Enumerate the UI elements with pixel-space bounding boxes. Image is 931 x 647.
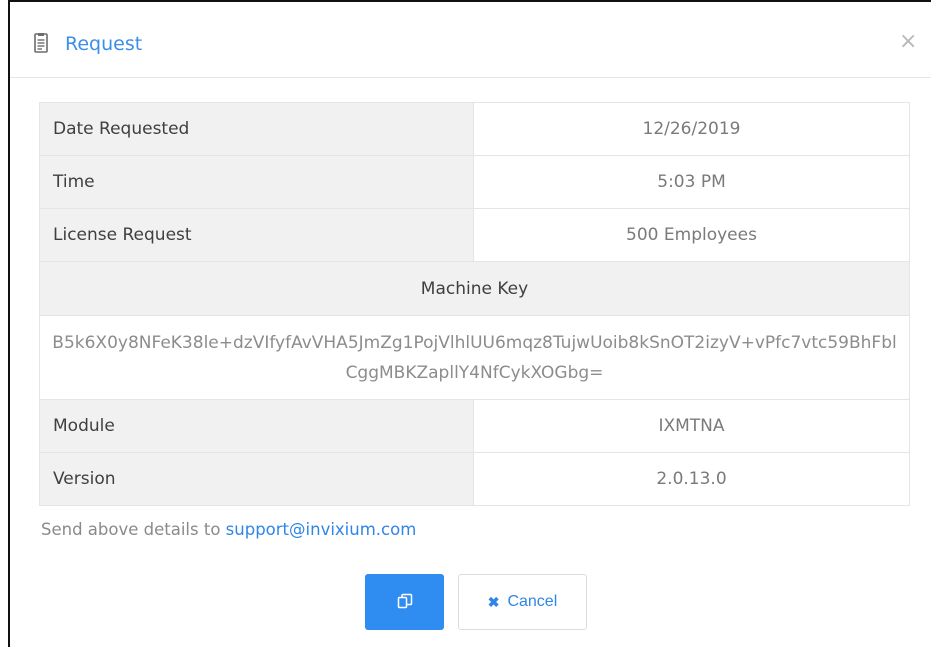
request-details-table: Date Requested 12/26/2019 Time 5:03 PM L… — [39, 102, 910, 506]
date-requested-label: Date Requested — [39, 102, 474, 156]
copy-icon — [397, 593, 413, 612]
machine-key-header: Machine Key — [39, 261, 910, 316]
version-value: 2.0.13.0 — [473, 452, 910, 506]
request-dialog: Request × Date Requested 12/26/2019 Time… — [8, 0, 931, 647]
time-label: Time — [39, 155, 474, 209]
date-requested-value: 12/26/2019 — [473, 102, 910, 156]
table-row: Machine Key — [39, 261, 910, 316]
table-row: B5k6X0y8NFeK38le+dzVIfyfAvVHA5JmZg1PojVl… — [39, 315, 910, 400]
copy-button[interactable] — [365, 574, 444, 630]
dialog-header: Request × — [10, 2, 931, 78]
license-request-value: 500 Employees — [473, 208, 910, 262]
cancel-label: Cancel — [507, 593, 558, 610]
table-row: Version 2.0.13.0 — [39, 452, 910, 506]
time-value: 5:03 PM — [473, 155, 910, 209]
module-value: IXMTNA — [473, 399, 910, 453]
document-icon — [34, 33, 48, 53]
dialog-title: Request — [65, 33, 143, 55]
support-email-link[interactable]: support@invixium.com — [226, 520, 417, 539]
cancel-button[interactable]: ✖ Cancel — [458, 574, 587, 630]
version-label: Version — [39, 452, 474, 506]
module-label: Module — [39, 399, 474, 453]
table-row: License Request 500 Employees — [39, 208, 910, 262]
close-icon[interactable]: × — [899, 31, 917, 53]
table-row: Module IXMTNA — [39, 399, 910, 453]
table-row: Date Requested 12/26/2019 — [39, 102, 910, 156]
table-row: Time 5:03 PM — [39, 155, 910, 209]
machine-key-value[interactable]: B5k6X0y8NFeK38le+dzVIfyfAvVHA5JmZg1PojVl… — [39, 315, 910, 400]
send-details-note: Send above details to support@invixium.c… — [41, 519, 416, 541]
close-x-icon: ✖ — [487, 593, 500, 610]
license-request-label: License Request — [39, 208, 474, 262]
send-details-text: Send above details to — [41, 520, 226, 539]
